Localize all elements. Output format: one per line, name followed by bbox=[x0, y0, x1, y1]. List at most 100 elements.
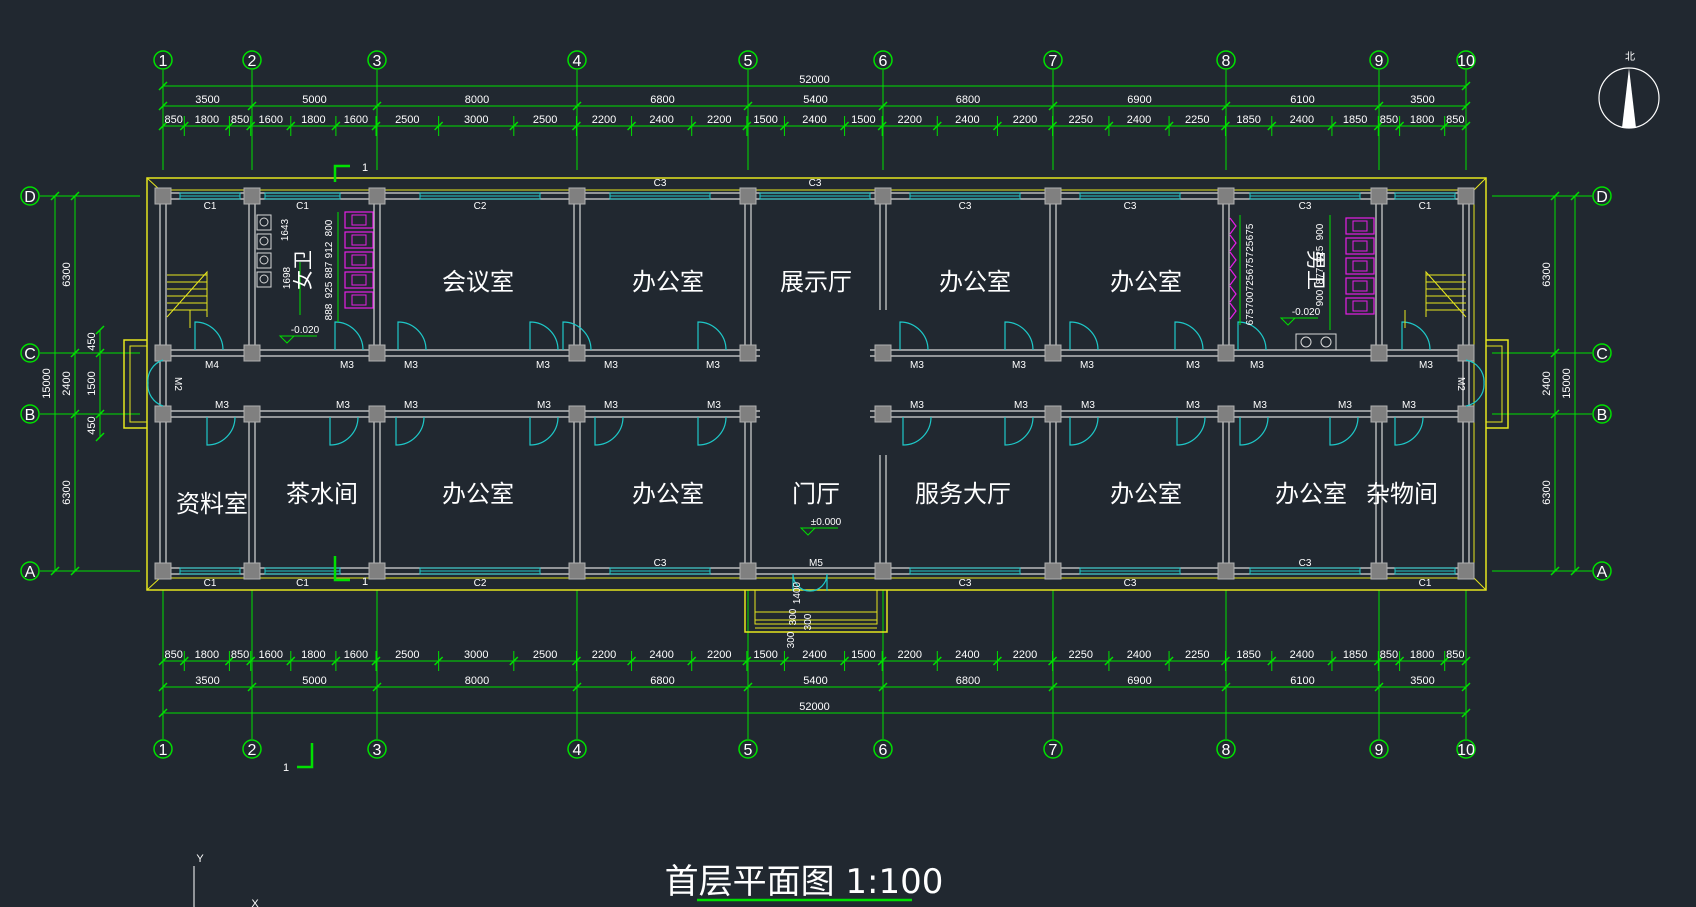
dim-top-bays-value: 8000 bbox=[465, 94, 489, 106]
column-10-D bbox=[1457, 187, 1475, 205]
door-north-6 bbox=[899, 321, 929, 351]
room-label: 办公室 bbox=[442, 480, 514, 508]
dim-left-door-value: 1500 bbox=[86, 371, 98, 395]
level-value: -0.020 bbox=[1292, 307, 1321, 318]
axis-label-x-1: 1 bbox=[159, 742, 168, 759]
level-marker bbox=[278, 335, 296, 344]
wc-dim-right-value: 900 bbox=[1315, 223, 1326, 240]
dim-top-detail-value: 2400 bbox=[649, 114, 673, 126]
axis-label-x-8: 8 bbox=[1222, 53, 1231, 70]
window-south-label: C1 bbox=[296, 578, 309, 589]
dim-right-bays-value: 6300 bbox=[1541, 262, 1553, 286]
column-4-B bbox=[568, 405, 586, 423]
axis-label-y-B: B bbox=[25, 407, 36, 424]
column-7-A bbox=[1044, 562, 1062, 580]
wc-stall-left-0 bbox=[344, 211, 374, 229]
dim-bottom-detail-value: 1800 bbox=[1410, 649, 1434, 661]
door-north-label: M3 bbox=[1250, 360, 1264, 371]
door-north-label: M4 bbox=[205, 360, 219, 371]
column-4-C bbox=[568, 344, 586, 362]
entry-step-outline bbox=[754, 590, 878, 625]
axis-label-y-C: C bbox=[1596, 346, 1608, 363]
axis-label-x-7: 7 bbox=[1049, 53, 1058, 70]
dim-bottom-detail-value: 2400 bbox=[1290, 649, 1314, 661]
dim-bottom-detail-value: 2400 bbox=[1127, 649, 1151, 661]
dim-top-bays-value: 6900 bbox=[1127, 94, 1151, 106]
outline-corner-3 bbox=[1473, 577, 1487, 591]
column-1-C bbox=[154, 344, 172, 362]
column-3-A bbox=[368, 562, 386, 580]
wc-basin-left-3 bbox=[259, 274, 269, 284]
column-1-D bbox=[154, 187, 172, 205]
dim-top-bays-value: 5400 bbox=[803, 94, 827, 106]
door-south-label: M3 bbox=[1402, 400, 1416, 411]
column-2-C bbox=[243, 344, 261, 362]
door-north-label: M3 bbox=[1186, 360, 1200, 371]
dim-bottom-total-value: 52000 bbox=[799, 701, 830, 713]
column-10-B bbox=[1457, 405, 1475, 423]
dim-bottom-bays-value: 6900 bbox=[1127, 675, 1151, 687]
dim-bottom-detail-value: 2250 bbox=[1185, 649, 1209, 661]
door-south-12 bbox=[1394, 416, 1424, 446]
column-10-A bbox=[1457, 562, 1475, 580]
column-2-D bbox=[243, 187, 261, 205]
room-label: 办公室 bbox=[632, 480, 704, 508]
column-8-B bbox=[1217, 405, 1235, 423]
axis-label-x-3: 3 bbox=[373, 742, 382, 759]
room-label: 茶水间 bbox=[286, 480, 358, 508]
wc-dim-left-value: 1643 bbox=[280, 218, 291, 241]
dim-top-bays-value: 6800 bbox=[650, 94, 674, 106]
wc-basin-left-2 bbox=[259, 255, 269, 265]
door-south-2 bbox=[395, 416, 425, 446]
window-north-label: C3 bbox=[809, 178, 822, 189]
dim-top-detail-value: 1850 bbox=[1343, 114, 1367, 126]
dim-bottom-detail-value: 2400 bbox=[649, 649, 673, 661]
room-label: 女卫 bbox=[291, 250, 315, 290]
column-4-D bbox=[568, 187, 586, 205]
wc-stall-left-2 bbox=[344, 251, 374, 269]
door-south-7 bbox=[1004, 416, 1034, 446]
room-label: 办公室 bbox=[632, 268, 704, 296]
door-north-8 bbox=[1069, 321, 1099, 351]
window-north-label: C2 bbox=[474, 201, 487, 212]
wc-stall-right-0 bbox=[1345, 217, 1375, 235]
dim-top-detail-value: 2400 bbox=[1127, 114, 1151, 126]
column-5-A bbox=[739, 562, 757, 580]
dim-right-bays-value: 6300 bbox=[1541, 480, 1553, 504]
entry-dim-value: 300 bbox=[803, 613, 814, 630]
dim-top-detail-value: 2200 bbox=[707, 114, 731, 126]
dim-bottom-detail-value: 1800 bbox=[195, 649, 219, 661]
north-arrow-icon bbox=[1622, 68, 1636, 128]
dim-bottom-detail-value: 1600 bbox=[344, 649, 368, 661]
dim-bottom-detail-value: 850 bbox=[1380, 649, 1398, 661]
door-south-label: M3 bbox=[604, 400, 618, 411]
axis-label-x-1: 1 bbox=[159, 53, 168, 70]
wc-urinal-right-0 bbox=[1229, 217, 1237, 235]
column-2-B bbox=[243, 405, 261, 423]
room-label: 办公室 bbox=[1110, 480, 1182, 508]
entry-dim-value: 300 bbox=[786, 631, 797, 648]
dim-top-detail-value: 2250 bbox=[1185, 114, 1209, 126]
window-south-label: C1 bbox=[1419, 578, 1432, 589]
column-3-B bbox=[368, 405, 386, 423]
porch-right-inner bbox=[1486, 345, 1503, 423]
axis-label-x-2: 2 bbox=[248, 742, 257, 759]
wc-pan-left-2 bbox=[351, 254, 367, 266]
door-south-label: M3 bbox=[1014, 400, 1028, 411]
column-8-A bbox=[1217, 562, 1235, 580]
door-north-1 bbox=[334, 321, 364, 351]
corridor-gap-south bbox=[760, 407, 870, 421]
dim-bottom-detail-value: 1500 bbox=[851, 649, 875, 661]
wc-pan-right-4 bbox=[1352, 300, 1368, 312]
column-6-B bbox=[874, 405, 892, 423]
room-label: 办公室 bbox=[1275, 480, 1347, 508]
column-7-D bbox=[1044, 187, 1062, 205]
room-label: 杂物间 bbox=[1366, 480, 1438, 508]
door-south-3 bbox=[529, 416, 559, 446]
door-south-11 bbox=[1329, 416, 1359, 446]
door-north-label: M3 bbox=[1012, 360, 1026, 371]
wc-dim-left-value: 912 bbox=[324, 241, 335, 258]
dim-bottom-bays-value: 5000 bbox=[302, 675, 326, 687]
window-north-label: C3 bbox=[1299, 201, 1312, 212]
dim-top-detail-value: 1800 bbox=[301, 114, 325, 126]
